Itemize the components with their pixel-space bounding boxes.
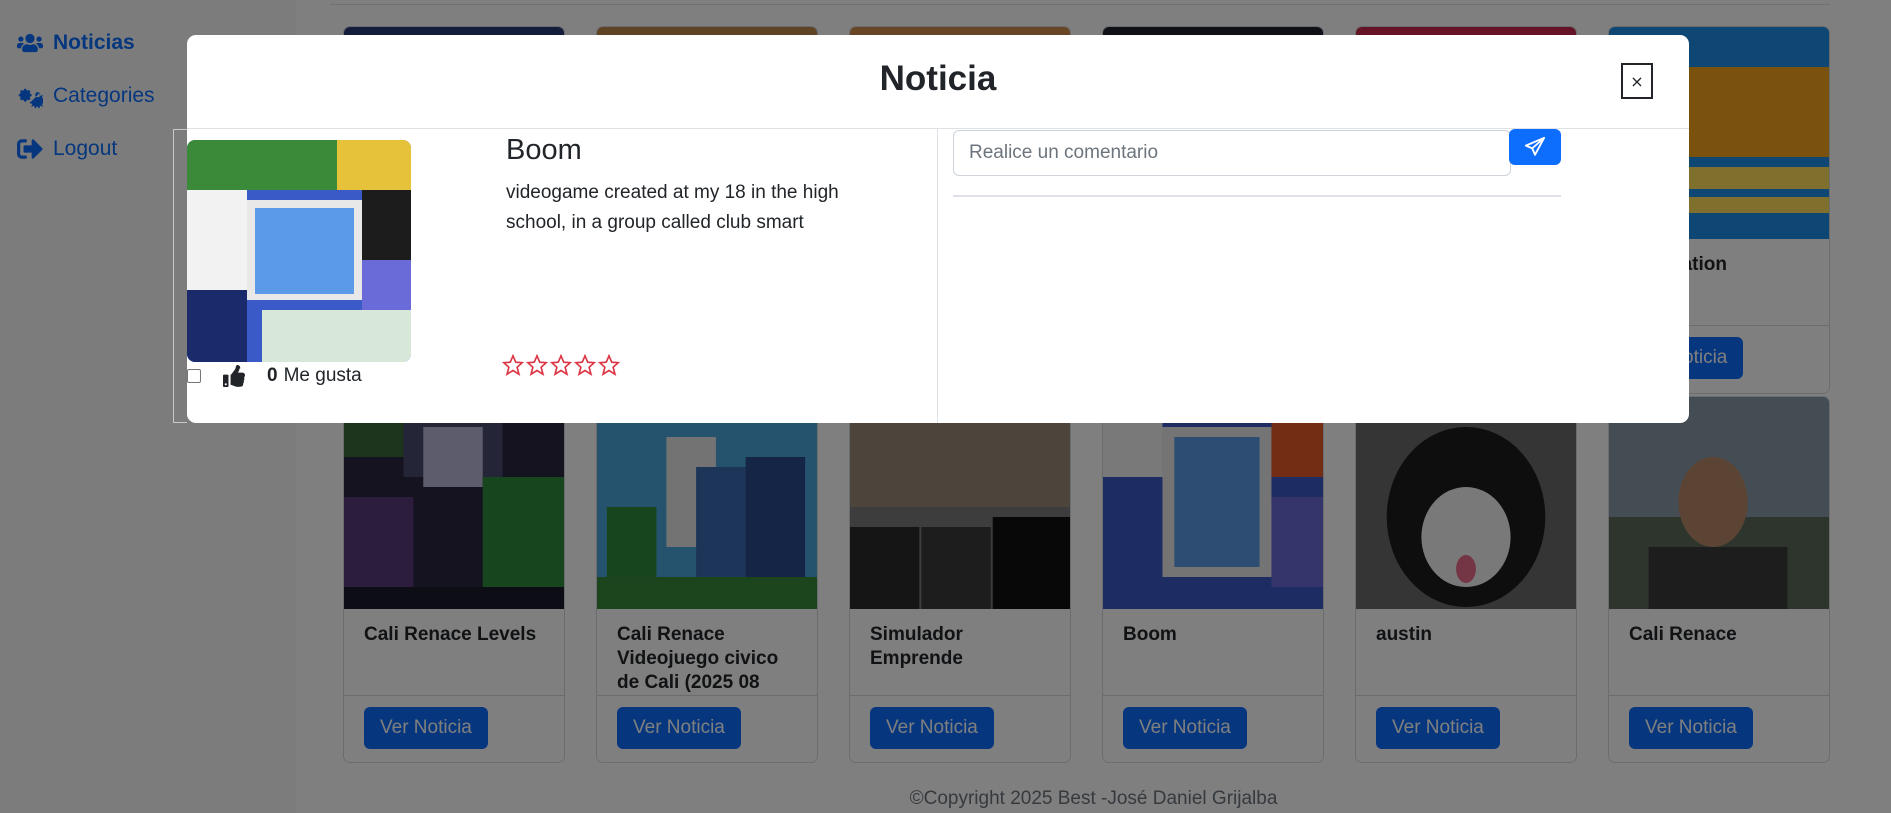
star-rating[interactable] — [502, 354, 620, 376]
news-image — [187, 140, 411, 362]
like-row: 0 Me gusta — [187, 365, 362, 387]
news-modal: Noticia × Boom videogame created at my 1… — [173, 35, 1689, 423]
close-button[interactable]: × — [1621, 63, 1653, 99]
modal-body: Boom videogame created at my 18 in the h… — [173, 129, 1689, 423]
send-comment-button[interactable] — [1509, 129, 1561, 165]
star-icon[interactable] — [574, 354, 596, 376]
star-icon[interactable] — [550, 354, 572, 376]
focus-outline — [173, 129, 187, 423]
news-detail: Boom videogame created at my 18 in the h… — [187, 129, 938, 423]
modal-header: Noticia × — [187, 35, 1689, 129]
star-icon[interactable] — [526, 354, 548, 376]
paper-plane-icon — [1524, 136, 1546, 156]
comment-input[interactable] — [953, 130, 1511, 176]
star-icon[interactable] — [502, 354, 524, 376]
star-icon[interactable] — [598, 354, 620, 376]
like-count: 0 — [267, 365, 278, 386]
modal-title: Noticia — [879, 59, 997, 98]
news-title: Boom — [506, 134, 582, 166]
news-description: videogame created at my 18 in the high s… — [506, 182, 839, 233]
comment-divider — [953, 195, 1561, 197]
like-checkbox[interactable] — [187, 369, 201, 383]
thumbs-up-icon[interactable] — [223, 365, 245, 387]
like-label: Me gusta — [283, 365, 362, 386]
